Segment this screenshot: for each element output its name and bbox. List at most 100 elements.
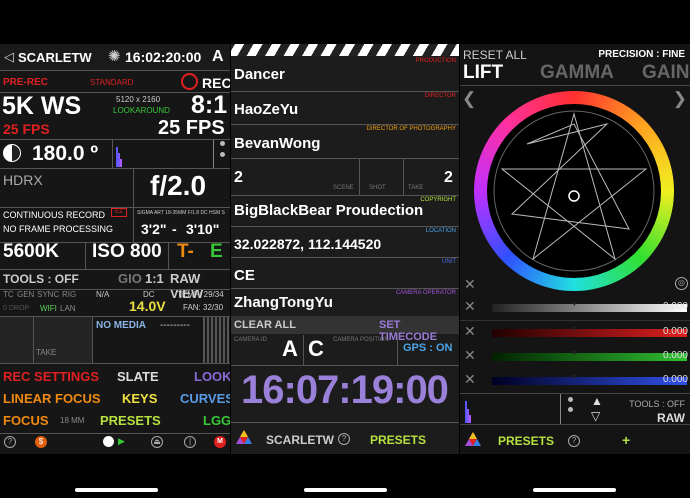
take-label: TAKE [36, 348, 57, 357]
target-icon[interactable]: ◎ [675, 277, 688, 290]
record-icon[interactable] [181, 73, 198, 90]
drop-label: 0 DROP [3, 305, 30, 312]
add-preset-button[interactable]: + [622, 432, 630, 448]
operator-value[interactable]: ZhangTongYu [234, 294, 333, 311]
one-to-one[interactable]: 1:1 [145, 271, 164, 286]
help-icon[interactable]: ? [4, 436, 16, 448]
record-mode[interactable]: CONTINUOUS RECORD [3, 210, 105, 220]
reset-icon[interactable]: ✕ [464, 298, 476, 315]
home-indicator [304, 488, 387, 492]
slider-thumb-icon[interactable]: ▼ [571, 326, 578, 333]
prev-arrow-icon[interactable]: ❮ [462, 89, 476, 109]
menu-lgg[interactable]: LGG [203, 413, 230, 428]
menu-presets[interactable]: PRESETS [100, 413, 161, 428]
back-icon[interactable]: ◁ [4, 49, 14, 65]
power-icon[interactable]: | [184, 436, 196, 448]
tools-status[interactable]: TOOLS : OFF [629, 399, 685, 409]
slider-master-track[interactable] [492, 304, 687, 312]
fan-label: FAN: 32/30 [183, 303, 224, 312]
location-value[interactable]: 32.022872, 112.144520 [234, 236, 381, 252]
color-triangle-icon[interactable] [235, 429, 253, 445]
slider-thumb-icon[interactable]: ▼ [571, 350, 578, 357]
gio-label[interactable]: GIO [118, 271, 142, 286]
production-value[interactable]: Dancer [234, 66, 285, 83]
unit-value[interactable]: CE [234, 267, 255, 284]
menu-slate[interactable]: SLATE [117, 369, 159, 384]
reset-icon[interactable]: ✕ [464, 371, 476, 388]
media-bars [203, 317, 230, 363]
slider-thumb-icon[interactable]: ▼ [571, 374, 578, 381]
slate-timecode: 16:07:19:00 [241, 368, 449, 412]
slider-blue-track[interactable] [492, 377, 687, 385]
resolution[interactable]: 5K WS [2, 92, 81, 121]
grade-presets-button[interactable]: PRESETS [498, 434, 554, 448]
director-value[interactable]: HaoZeYu [234, 101, 298, 118]
close-icon[interactable]: ✕ [464, 276, 476, 293]
t-stop-label[interactable]: T- [177, 241, 194, 263]
rec-label[interactable]: REC [202, 75, 230, 91]
slider-green-track[interactable] [492, 353, 687, 361]
shutter-angle[interactable]: 180.0 º [32, 142, 98, 166]
menu-keys[interactable]: KEYS [122, 391, 157, 406]
help-icon[interactable]: ? [338, 433, 350, 445]
slider-green[interactable]: ✕ ▼ 0.000 [460, 345, 690, 369]
na-label: N/A [96, 290, 110, 299]
sensor-fps[interactable]: 25 FPS [158, 117, 225, 140]
color-triangle-icon[interactable] [464, 431, 482, 447]
white-balance[interactable]: 5600K [3, 241, 59, 263]
media-slot: A [212, 48, 224, 65]
prerec-label[interactable]: PRE-REC [3, 77, 48, 88]
tab-gamma[interactable]: GAMMA [540, 62, 614, 84]
menu-rec-settings[interactable]: REC SETTINGS [3, 369, 99, 384]
slider-thumb-icon[interactable]: ▼ [571, 301, 578, 308]
slider-red-track[interactable] [492, 329, 687, 337]
slate-presets-button[interactable]: PRESETS [370, 433, 426, 447]
raw-label[interactable]: RAW [657, 411, 685, 425]
menu-curves[interactable]: CURVES [180, 391, 230, 406]
dollar-icon[interactable]: $ [35, 436, 47, 448]
slider-master[interactable]: ✕ ▼ 0.000 [460, 296, 690, 320]
down-arrow-icon[interactable]: ▽ [591, 409, 600, 423]
menu-focus[interactable]: FOCUS [3, 413, 49, 428]
precision-label[interactable]: PRECISION : FINE [598, 49, 685, 60]
menu-linear-focus[interactable]: LINEAR FOCUS [3, 391, 101, 406]
copyright-value[interactable]: BigBlackBear Proudection [234, 202, 423, 219]
record-button-icon[interactable] [103, 436, 114, 447]
help-icon[interactable]: ? [568, 435, 580, 447]
project-fps[interactable]: 25 FPS [3, 121, 50, 137]
menu-m-icon[interactable]: M [214, 436, 226, 448]
hdrx-label[interactable]: HDRX [3, 172, 43, 188]
set-timecode-button[interactable]: SET TIMECODE [379, 319, 459, 343]
take-label: TAKE [408, 185, 424, 191]
tab-lift[interactable]: LIFT [463, 62, 503, 84]
menu-look[interactable]: LOOK [194, 369, 230, 384]
play-icon[interactable]: ▶ [118, 436, 125, 447]
frame-processing[interactable]: NO FRAME PROCESSING [3, 224, 113, 234]
clear-all-button[interactable]: CLEAR ALL [234, 319, 296, 331]
camera-id-value[interactable]: A [282, 336, 298, 362]
shot-label: SHOT [369, 185, 386, 191]
aperture[interactable]: f/2.0 [150, 170, 206, 202]
unit-label: UNIT [442, 259, 456, 265]
lookaround-label: LOOKAROUND [113, 106, 170, 115]
exposure-label[interactable]: E [210, 241, 223, 263]
tab-gain[interactable]: GAIN [642, 62, 690, 84]
take-value[interactable]: 2 [444, 169, 453, 187]
scene-value[interactable]: 2 [234, 169, 243, 187]
slider-red[interactable]: ✕ ▼ 0.000 [460, 321, 690, 345]
slider-blue[interactable]: ✕ ▼ 0.000 [460, 369, 690, 393]
dop-value[interactable]: BevanWong [234, 135, 320, 152]
reset-all-button[interactable]: RESET ALL [463, 48, 527, 62]
gps-status[interactable]: GPS : ON [403, 342, 453, 354]
iso[interactable]: ISO 800 [92, 241, 162, 263]
up-arrow-icon[interactable]: ▲ [591, 394, 603, 408]
next-arrow-icon[interactable]: ❯ [673, 89, 687, 109]
compression-ratio[interactable]: 8:1 [191, 91, 227, 120]
reset-icon[interactable]: ✕ [464, 347, 476, 364]
camera-position-value[interactable]: C [308, 336, 324, 362]
eject-icon[interactable]: ⏏ [151, 436, 163, 448]
camera-model: SCARLETW [18, 50, 92, 65]
reset-icon[interactable]: ✕ [464, 323, 476, 340]
standard-label: STANDARD [90, 78, 134, 87]
tools-status[interactable]: TOOLS : OFF [3, 272, 79, 286]
